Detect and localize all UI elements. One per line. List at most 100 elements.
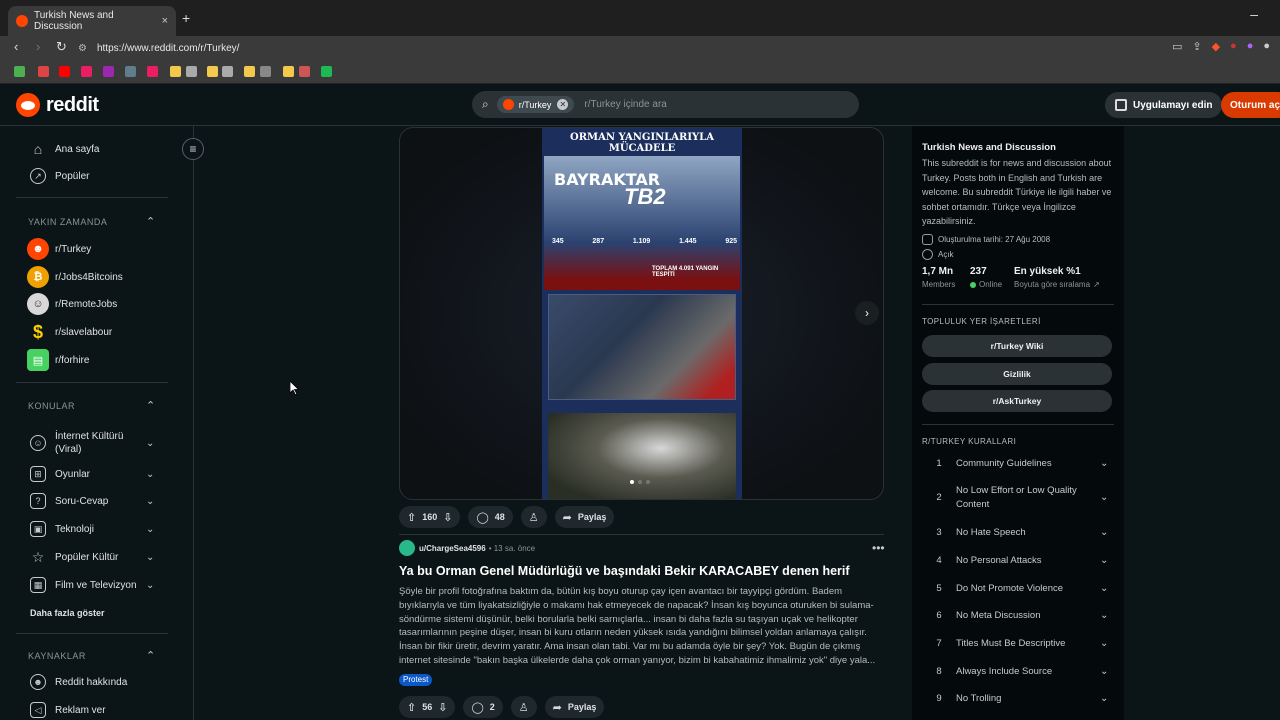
get-app-button[interactable]: Uygulamayı edin xyxy=(1105,92,1223,118)
address-bar[interactable]: ⚙ https://www.reddit.com/r/Turkey/ xyxy=(78,38,1138,58)
remove-scope-icon[interactable]: ✕ xyxy=(557,99,569,110)
menu-icon[interactable]: ● xyxy=(1263,40,1270,53)
bookmark-icon[interactable] xyxy=(147,66,158,77)
bookmark-icon[interactable] xyxy=(222,66,233,77)
upvote-icon[interactable]: ⇧ xyxy=(407,701,416,714)
rule-item[interactable]: 9 No Trolling ⌄ xyxy=(922,692,1114,706)
rule-item[interactable]: 5 Do Not Promote Violence ⌄ xyxy=(922,582,1114,596)
folder-icon[interactable] xyxy=(283,66,294,77)
gallery-dot[interactable] xyxy=(646,480,650,484)
award-button[interactable]: ♙ xyxy=(510,696,537,718)
chevron-down-icon[interactable]: ⌄ xyxy=(146,552,154,563)
resource-advertise[interactable]: ◁ Reklam ver xyxy=(30,700,106,720)
recent-item-jobs4bitcoins[interactable]: ₿ r/Jobs4Bitcoins xyxy=(27,266,123,288)
chevron-up-icon[interactable]: ⌃ xyxy=(146,215,156,228)
folder-icon[interactable] xyxy=(170,66,181,77)
bookmark-icon[interactable] xyxy=(125,66,136,77)
bookmark-youtube-icon[interactable] xyxy=(59,66,70,77)
site-info-icon[interactable]: ⚙ xyxy=(78,43,87,54)
bookmark-icon[interactable] xyxy=(299,66,310,77)
comments-button[interactable]: ◯ 2 xyxy=(463,696,503,718)
recent-item-slavelabour[interactable]: $ r/slavelabour xyxy=(30,322,112,342)
chevron-down-icon[interactable]: ⌄ xyxy=(146,438,154,449)
chevron-down-icon[interactable]: ⌄ xyxy=(146,469,154,480)
bookmark-drive-icon[interactable] xyxy=(14,66,25,77)
search-scope-chip[interactable]: r/Turkey ✕ xyxy=(496,96,575,113)
nav-popular[interactable]: ↗ Popüler xyxy=(30,166,89,186)
rule-item[interactable]: 2 No Low Effort or Low Quality Content ⌄ xyxy=(922,484,1114,511)
search-input[interactable]: r/Turkey içinde ara xyxy=(584,99,666,110)
topics-section-header[interactable]: KONULAR ⌃ xyxy=(28,400,155,412)
rule-item[interactable]: 3 No Hate Speech ⌄ xyxy=(922,526,1114,540)
brave-shield-icon[interactable]: ◆ xyxy=(1212,40,1220,53)
topic-technology[interactable]: ▣ Teknoloji ⌄ xyxy=(30,519,154,539)
share-button[interactable]: ➦ Paylaş xyxy=(544,696,605,718)
bookmark-icon[interactable] xyxy=(186,66,197,77)
cast-icon[interactable]: ▭ xyxy=(1172,40,1182,53)
reload-icon[interactable]: ↻ xyxy=(56,39,67,55)
share-icon[interactable]: ⇪ xyxy=(1192,40,1201,53)
topic-internet-culture[interactable]: ☺ İnternet Kültürü (Viral) ⌄ xyxy=(30,429,154,457)
bookmark-mail-icon[interactable] xyxy=(38,66,49,77)
bookmark-icon[interactable] xyxy=(260,66,271,77)
bookmark-privacy-button[interactable]: Gizlilik xyxy=(922,363,1112,385)
comments-button[interactable]: ◯ 48 xyxy=(468,506,513,528)
chevron-down-icon[interactable]: ⌄ xyxy=(146,496,154,507)
rule-item[interactable]: 8 Always Include Source ⌄ xyxy=(922,665,1114,679)
post-body[interactable]: Şöyle bir profil fotoğrafına baktım da, … xyxy=(399,585,884,669)
gallery-dot[interactable] xyxy=(630,480,634,484)
rule-item[interactable]: 6 No Meta Discussion ⌄ xyxy=(922,609,1114,623)
upvote-icon[interactable]: ⇧ xyxy=(407,511,416,524)
show-more-link[interactable]: Daha fazla göster xyxy=(30,608,105,618)
chevron-down-icon[interactable]: ⌄ xyxy=(146,524,154,535)
rule-item[interactable]: 4 No Personal Attacks ⌄ xyxy=(922,554,1114,568)
award-button[interactable]: ♙ xyxy=(520,506,547,528)
resource-about-reddit[interactable]: ☻ Reddit hakkında xyxy=(30,672,127,692)
topic-pop-culture[interactable]: ☆ Popüler Kültür ⌄ xyxy=(30,547,155,567)
tab-close-icon[interactable]: × xyxy=(162,15,168,27)
nav-home[interactable]: ⌂ Ana sayfa xyxy=(30,139,100,159)
chevron-up-icon[interactable]: ⌃ xyxy=(146,649,156,662)
chevron-up-icon[interactable]: ⌃ xyxy=(146,399,156,412)
post-flair[interactable]: Protest xyxy=(399,674,433,686)
chevron-down-icon[interactable]: ⌄ xyxy=(146,580,154,591)
back-arrow-icon[interactable]: ‹ xyxy=(14,39,18,54)
recent-section-header[interactable]: YAKIN ZAMANDA ⌃ xyxy=(28,216,155,228)
rank-stat[interactable]: En yüksek %1 Boyuta göre sıralama ↗ xyxy=(1014,266,1100,289)
forward-arrow-icon[interactable]: › xyxy=(36,39,40,54)
gallery-next-button[interactable]: › xyxy=(855,301,879,325)
post-author[interactable]: u/ChargeSea4596 xyxy=(419,544,486,553)
search-bar[interactable]: ⌕ r/Turkey ✕ r/Turkey içinde ara xyxy=(472,91,859,118)
bookmark-askturkey-button[interactable]: r/AskTurkey xyxy=(922,390,1112,412)
post-title[interactable]: Ya bu Orman Genel Müdürlüğü ve başındaki… xyxy=(399,564,889,578)
profile-icon[interactable]: ● xyxy=(1247,40,1254,53)
rule-item[interactable]: 1 Community Guidelines ⌄ xyxy=(922,457,1114,471)
login-button[interactable]: Oturum aç xyxy=(1221,92,1280,118)
rule-item[interactable]: 7 Titles Must Be Descriptive ⌄ xyxy=(922,637,1114,651)
extension-icon[interactable]: ● xyxy=(1230,40,1237,53)
bookmark-k-icon[interactable] xyxy=(321,66,332,77)
topic-games[interactable]: ⊞ Oyunlar ⌄ xyxy=(30,464,154,484)
new-tab-button[interactable]: + xyxy=(182,10,190,26)
bookmark-icon[interactable] xyxy=(81,66,92,77)
collapse-nav-button[interactable]: ≡ xyxy=(182,138,204,160)
bookmark-wiki-button[interactable]: r/Turkey Wiki xyxy=(922,335,1112,357)
folder-icon[interactable] xyxy=(244,66,255,77)
topic-qa[interactable]: ? Soru-Cevap ⌄ xyxy=(30,491,154,511)
recent-item-turkey[interactable]: ☻ r/Turkey xyxy=(27,238,91,260)
reddit-logo[interactable]: reddit xyxy=(16,93,99,117)
minimize-button[interactable]: – xyxy=(1250,6,1258,22)
recent-item-forhire[interactable]: ▤ r/forhire xyxy=(27,349,89,371)
gallery-dot[interactable] xyxy=(638,480,642,484)
browser-tab-active[interactable]: Turkish News and Discussion × xyxy=(8,6,176,36)
post-media-gallery[interactable]: ORMAN YANGINLARIYLA MÜCADELE BAYRAKTAR T… xyxy=(399,127,884,500)
share-button[interactable]: ➦ Paylaş xyxy=(554,506,615,528)
bookmark-icon[interactable] xyxy=(103,66,114,77)
topic-film-tv[interactable]: ▦ Film ve Televizyon ⌄ xyxy=(30,575,154,595)
downvote-icon[interactable]: ⇩ xyxy=(438,701,447,714)
downvote-icon[interactable]: ⇩ xyxy=(443,511,452,524)
post-options-button[interactable]: ••• xyxy=(872,541,885,555)
user-avatar[interactable] xyxy=(399,540,415,556)
resources-section-header[interactable]: KAYNAKLAR ⌃ xyxy=(28,650,155,662)
recent-item-remotejobs[interactable]: ☺ r/RemoteJobs xyxy=(27,293,117,315)
